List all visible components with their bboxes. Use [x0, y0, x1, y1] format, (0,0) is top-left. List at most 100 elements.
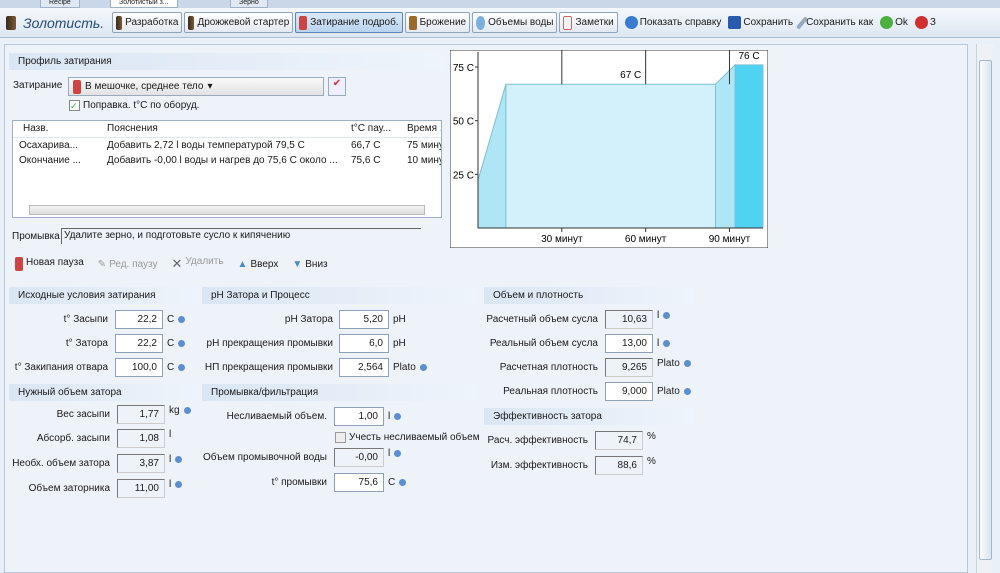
initial-header: Исходные условия затирания	[9, 287, 199, 304]
unit-label: l	[169, 454, 172, 465]
cell-temp: 66,7 C	[351, 140, 381, 151]
eff-unit: %	[647, 431, 656, 442]
unit-label: C	[167, 338, 175, 349]
edit-step-button[interactable]: ✎ Ред. паузу	[98, 259, 158, 270]
delete-step-button[interactable]: ✕ Удалить	[171, 256, 223, 272]
unit-label: pH	[393, 314, 406, 325]
initial-field[interactable]: 100,0	[115, 358, 163, 377]
unit-label: l	[169, 429, 172, 440]
mash-profile-select[interactable]: В мешочке, среднее тело ▾	[68, 77, 324, 96]
info-dot-icon[interactable]	[419, 364, 427, 371]
save-button[interactable]: Сохранить	[728, 16, 793, 29]
sparge-notes-field[interactable]: Удалите зерно, и подготовьте сусло к кип…	[61, 228, 421, 244]
col-name[interactable]: Назв.	[13, 123, 101, 137]
ph-unit: Plato	[393, 362, 427, 373]
label: Брожение	[419, 17, 467, 28]
yeast-starter-button[interactable]: Дрожжевой стартер	[184, 12, 294, 33]
new-step-button[interactable]: Новая пауза	[15, 257, 84, 271]
unit-label: l	[388, 448, 391, 459]
info-dot-icon[interactable]	[183, 407, 191, 414]
label: Новая пауза	[26, 257, 84, 268]
save-as-button[interactable]: Сохранить как	[796, 15, 873, 30]
series-area-2	[715, 63, 736, 229]
col-time[interactable]: Время .	[407, 123, 441, 137]
info-dot-icon[interactable]	[175, 481, 183, 488]
sparge-label: t° промывки	[271, 477, 327, 488]
eff-field: 74,7	[595, 431, 643, 450]
sparge-label: Промывка	[12, 231, 60, 242]
sparge-field[interactable]: 75,6	[334, 473, 384, 492]
mash-detail-button[interactable]: Затирание подроб.	[295, 12, 403, 33]
gravity-header: Объем и плотность	[484, 287, 694, 304]
move-down-button[interactable]: ▼ Вниз	[292, 259, 327, 270]
ph-field[interactable]: 5,20	[339, 310, 389, 329]
info-dot-icon[interactable]	[399, 479, 407, 486]
table-row[interactable]: Окончание ... Добавить -0,00 l воды и на…	[13, 155, 441, 170]
info-dot-icon[interactable]	[683, 360, 691, 367]
unit-label: l	[657, 338, 660, 349]
water-volumes-button[interactable]: Объемы воды	[472, 12, 558, 33]
tab-current[interactable]: Золотистый з...	[110, 0, 178, 8]
fermenter-icon	[408, 15, 417, 30]
ph-field[interactable]: 2,564	[339, 358, 389, 377]
arrow-down-icon: ▼	[292, 258, 303, 270]
gravity-field[interactable]: 13,00	[605, 334, 653, 353]
table-row[interactable]: Осахарива... Добавить 2,72 l воды темпер…	[13, 140, 441, 155]
info-dot-icon[interactable]	[394, 450, 402, 457]
ok-button[interactable]: Ok	[880, 16, 908, 29]
eff-field: 88,6	[595, 456, 643, 475]
glass-icon	[188, 15, 195, 30]
help-button[interactable]: Показать справку	[624, 16, 721, 29]
scrollbar-thumb[interactable]	[979, 60, 992, 560]
notes-button[interactable]: Заметки	[559, 12, 618, 33]
glass-icon	[116, 15, 123, 30]
vertical-scrollbar[interactable]	[976, 44, 994, 573]
profile-header: Профиль затирания	[9, 53, 443, 70]
label: Учесть несливаемый объем	[349, 432, 480, 443]
info-dot-icon[interactable]	[683, 388, 691, 395]
info-dot-icon[interactable]	[663, 340, 671, 347]
x-icon: ✕	[171, 256, 183, 271]
volume-unit: l	[169, 454, 183, 465]
col-temp[interactable]: t°C пау...	[349, 123, 407, 137]
col-notes[interactable]: Пояснения	[101, 123, 349, 137]
include-deadspace-checkbox[interactable]: Учесть несливаемый объем	[335, 432, 480, 443]
volume-unit: l	[169, 429, 171, 440]
ph-unit: pH	[393, 314, 406, 325]
series-area-3	[734, 64, 764, 229]
step-actions: Новая пауза ✎ Ред. паузу ✕ Удалить ▲ Вверх …	[15, 256, 328, 272]
x-tick-label: 60 минут	[625, 234, 667, 245]
checkbox-icon	[335, 432, 346, 443]
move-up-button[interactable]: ▲ Вверх	[238, 259, 279, 270]
info-dot-icon[interactable]	[178, 316, 186, 323]
info-dot-icon[interactable]	[175, 456, 183, 463]
sparge-field: -0,00	[334, 448, 384, 467]
unit-label: Plato	[393, 362, 416, 373]
gravity-field[interactable]: 9,000	[605, 382, 653, 401]
fermentation-button[interactable]: Брожение	[404, 12, 471, 33]
adjust-checkbox[interactable]: ✓ Поправка. t°C по оборуд.	[69, 100, 199, 111]
info-dot-icon[interactable]	[394, 413, 402, 420]
volume-unit: kg	[169, 405, 191, 416]
horizontal-scrollbar[interactable]	[29, 205, 425, 215]
edit-profile-button[interactable]: ✔	[328, 77, 346, 96]
ph-field[interactable]: 6,0	[339, 334, 389, 353]
info-dot-icon[interactable]	[663, 312, 671, 319]
info-dot-icon[interactable]	[178, 364, 186, 371]
cell-time: 75 минут	[407, 140, 441, 151]
initial-field[interactable]: 22,2	[115, 334, 163, 353]
volume-label: Необх. объем затора	[12, 458, 110, 469]
close-button[interactable]: З	[914, 16, 936, 29]
unit-label: Plato	[657, 358, 680, 369]
sparge-field[interactable]: 1,00	[334, 407, 384, 426]
label: Разработка	[125, 17, 179, 28]
design-button[interactable]: Разработка	[112, 12, 183, 33]
info-dot-icon[interactable]	[178, 340, 186, 347]
initial-label: t° Затора	[65, 338, 108, 349]
initial-field[interactable]: 22,2	[115, 310, 163, 329]
tab-recipe[interactable]: Recipe	[40, 0, 80, 8]
ph-header: pH Затора и Процесс	[202, 287, 477, 304]
tab-grain[interactable]: Зерно	[230, 0, 268, 8]
mash-steps-table: Назв. Пояснения t°C пау... Время . Осаха…	[12, 120, 442, 218]
cell-name: Окончание ...	[19, 155, 81, 166]
